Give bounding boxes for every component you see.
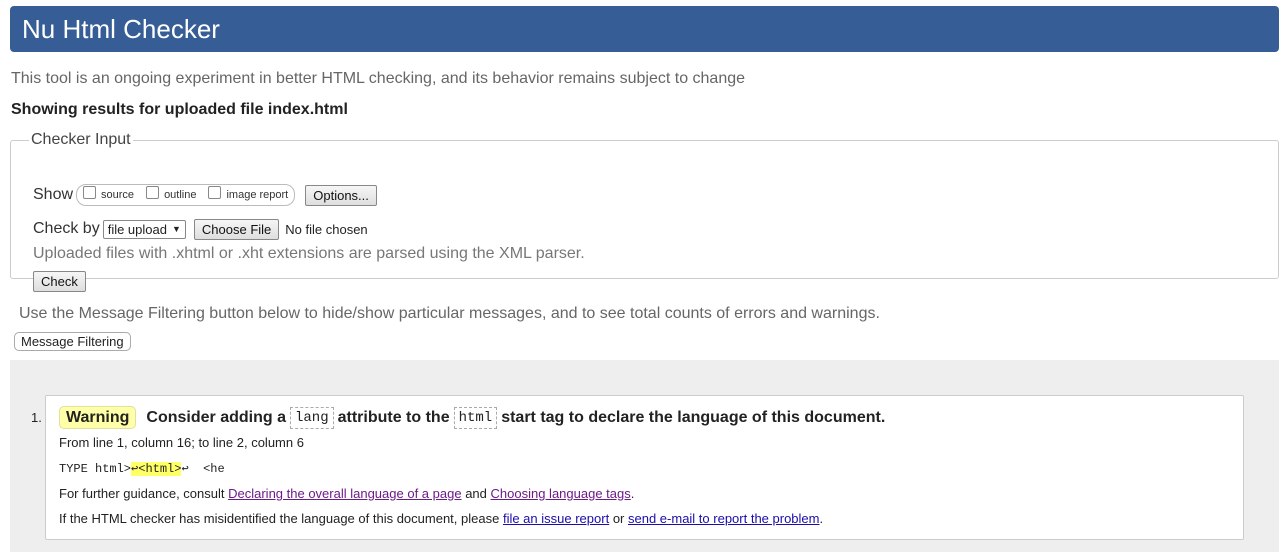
check-button[interactable]: Check <box>33 271 86 292</box>
extract-highlight: ↩<html> <box>131 462 182 476</box>
show-options-group: source outline image report <box>76 184 296 206</box>
warning-message: Warning Consider adding a lang attribute… <box>45 395 1244 540</box>
options-button[interactable]: Options... <box>305 184 377 206</box>
misidentified-text: If the HTML checker has misidentified th… <box>59 511 823 526</box>
outline-checkbox-label: outline <box>164 189 197 201</box>
send-email-link[interactable]: send e-mail to report the problem <box>628 511 819 526</box>
page-title: Nu Html Checker <box>22 14 220 44</box>
guidance-pre: For further guidance, consult <box>59 486 225 501</box>
image-report-checkbox-label: image report <box>226 189 289 201</box>
image-report-checkbox[interactable]: image report <box>208 185 289 202</box>
declaring-language-link[interactable]: Declaring the overall language of a page <box>228 486 461 501</box>
file-issue-report-link[interactable]: file an issue report <box>503 511 609 526</box>
check-by-value: file upload <box>107 221 167 237</box>
source-extract: TYPE html>↩<html>↩ <he <box>59 461 225 476</box>
dropdown-arrow-icon: ▼ <box>171 224 181 234</box>
checkbox-box[interactable] <box>146 185 160 199</box>
warning-badge: Warning <box>59 406 137 429</box>
filtering-note: Use the Message Filtering button below t… <box>19 305 880 322</box>
page-header: Nu Html Checker <box>10 6 1279 52</box>
checkbox-box[interactable] <box>83 185 97 199</box>
message-title: Warning Consider adding a lang attribute… <box>59 406 885 429</box>
source-checkbox[interactable]: source <box>83 185 135 202</box>
title-text: attribute to the <box>337 408 450 426</box>
messages-list: 1. Warning Consider adding a lang attrib… <box>10 360 1279 552</box>
lang-code: lang <box>289 406 334 429</box>
choosing-language-tags-link[interactable]: Choosing language tags <box>491 486 631 501</box>
message-filtering-button[interactable]: Message Filtering <box>14 332 131 351</box>
outline-checkbox[interactable]: outline <box>146 185 197 202</box>
misid-or: or <box>612 511 625 526</box>
checker-input-legend: Checker Input <box>31 131 131 148</box>
html-code: html <box>453 406 498 429</box>
check-by-row: Check by file upload ▼ Choose File No fi… <box>33 217 368 241</box>
message-location: From line 1, column 16; to line 2, colum… <box>59 435 304 450</box>
misid-pre: If the HTML checker has misidentified th… <box>59 511 500 526</box>
checkbox-box[interactable] <box>208 185 222 199</box>
extract-post: ↩ <he <box>181 462 225 476</box>
source-checkbox-label: source <box>101 189 135 201</box>
extract-pre: TYPE html> <box>59 462 132 476</box>
results-heading: Showing results for uploaded file index.… <box>11 101 348 118</box>
show-label: Show <box>33 186 74 203</box>
intro-text: This tool is an ongoing experiment in be… <box>11 70 746 87</box>
no-file-text: No file chosen <box>285 221 368 237</box>
choose-file-button[interactable]: Choose File <box>193 218 280 240</box>
title-text: Consider adding a <box>146 408 286 426</box>
guidance-text: For further guidance, consult Declaring … <box>59 486 634 501</box>
check-by-select[interactable]: file upload ▼ <box>102 219 186 239</box>
guidance-end: . <box>630 486 635 501</box>
check-by-label: Check by <box>33 220 100 237</box>
guidance-and: and <box>465 486 487 501</box>
misid-end: . <box>819 511 824 526</box>
title-text: start tag to declare the language of thi… <box>501 408 886 426</box>
show-row: Show source outline image report Options… <box>33 183 377 207</box>
message-number: 1. <box>31 410 42 425</box>
xml-parser-note: Uploaded files with .xhtml or .xht exten… <box>33 245 585 262</box>
checker-input-fieldset: Checker Input Show source outline image … <box>10 131 1279 292</box>
